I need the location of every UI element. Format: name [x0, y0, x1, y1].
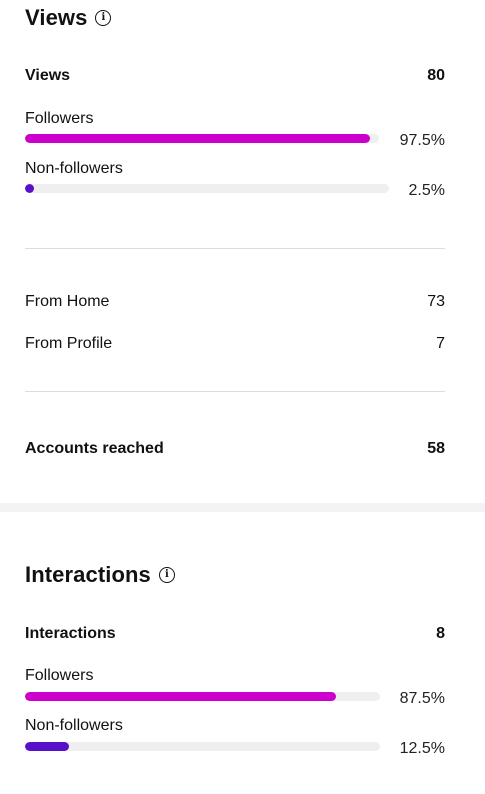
interactions-total-label: Interactions [25, 625, 116, 642]
from-home-value: 73 [427, 293, 445, 310]
views-non-followers-bar [25, 184, 389, 193]
views-non-followers-bar-fill [25, 184, 35, 193]
info-icon[interactable]: i [158, 567, 175, 583]
views-followers-label: Followers [25, 110, 94, 127]
section-separator [0, 503, 485, 512]
divider [25, 391, 445, 392]
from-profile-row: From Profile 7 [25, 334, 445, 354]
interactions-total-row: Interactions 8 [25, 624, 445, 644]
from-home-label: From Home [25, 293, 110, 310]
views-title: Views [25, 5, 88, 30]
accounts-reached-label: Accounts reached [25, 440, 164, 457]
interactions-non-followers-pct: 12.5% [399, 740, 445, 757]
interactions-followers-pct: 87.5% [399, 690, 445, 707]
from-home-row: From Home 73 [25, 292, 445, 312]
from-profile-value: 7 [436, 335, 445, 352]
from-profile-label: From Profile [25, 335, 113, 352]
interactions-non-followers-bar-fill [25, 742, 70, 751]
views-total-row: Views 80 [25, 66, 445, 86]
interactions-followers-bar-fill [25, 692, 336, 701]
interactions-total-value: 8 [436, 625, 445, 642]
interactions-followers-bar [25, 692, 380, 701]
views-followers-bar [25, 134, 379, 143]
accounts-reached-value: 58 [427, 440, 445, 457]
interactions-non-followers-bar [25, 742, 380, 751]
views-followers-bar-fill [25, 134, 371, 143]
views-total-value: 80 [427, 67, 445, 84]
info-icon[interactable]: i [95, 10, 112, 26]
views-section-title: Views i [25, 5, 112, 31]
interactions-non-followers-label: Non-followers [25, 717, 123, 734]
accounts-reached-row: Accounts reached 58 [25, 439, 445, 459]
divider [25, 248, 445, 249]
views-non-followers-pct: 2.5% [408, 182, 445, 199]
interactions-followers-label: Followers [25, 667, 94, 684]
interactions-section-title: Interactions i [25, 562, 175, 588]
interactions-title: Interactions [25, 562, 151, 587]
views-followers-pct: 97.5% [399, 132, 445, 149]
views-total-label: Views [25, 67, 71, 84]
views-non-followers-label: Non-followers [25, 160, 123, 177]
